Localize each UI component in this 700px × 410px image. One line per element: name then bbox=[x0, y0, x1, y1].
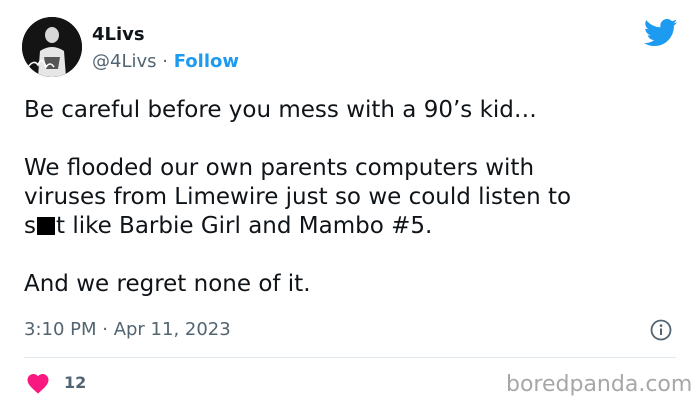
twitter-bird-icon[interactable] bbox=[644, 18, 678, 48]
tweet-line: And we regret none of it. bbox=[24, 271, 311, 297]
heart-icon[interactable] bbox=[26, 372, 50, 394]
handle[interactable]: @4Livs bbox=[92, 51, 157, 72]
censored-word-start: s bbox=[24, 213, 36, 239]
handle-line: @4Livs · Follow bbox=[92, 51, 239, 72]
watermark: boredpanda.com bbox=[506, 372, 693, 397]
censored-word-end: t like Barbie Girl and Mambo #5. bbox=[55, 213, 433, 239]
avatar[interactable] bbox=[22, 17, 82, 77]
separator: · bbox=[162, 51, 168, 72]
timestamp[interactable]: 3:10 PM · Apr 11, 2023 bbox=[24, 319, 231, 340]
display-name[interactable]: 4Livs bbox=[92, 24, 145, 45]
like-count: 12 bbox=[64, 373, 87, 392]
info-icon[interactable] bbox=[650, 319, 672, 341]
tweet-line: Be careful before you mess with a 90’s k… bbox=[24, 97, 537, 123]
tweet-line: viruses from Limewire just so we could l… bbox=[24, 184, 572, 210]
tweet-card: 4Livs @4Livs · Follow Be careful before … bbox=[0, 0, 700, 410]
redaction-block bbox=[36, 217, 55, 235]
tweet-text: Be careful before you mess with a 90’s k… bbox=[24, 96, 674, 299]
divider bbox=[24, 357, 676, 358]
tweet-line: We flooded our own parents computers wit… bbox=[24, 155, 535, 181]
tweet-line: s t like Barbie Girl and Mambo #5. bbox=[24, 212, 674, 241]
follow-button[interactable]: Follow bbox=[174, 51, 239, 72]
